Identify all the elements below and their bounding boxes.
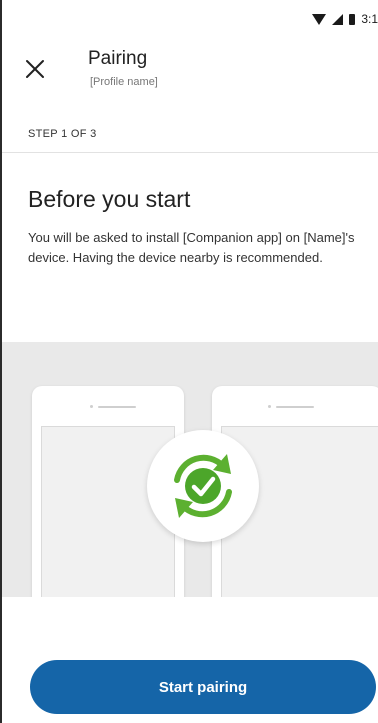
close-button[interactable] <box>22 56 48 82</box>
divider <box>2 152 378 153</box>
status-icons: 3:1 <box>312 12 378 26</box>
page-subtitle: [Profile name] <box>90 76 158 88</box>
device-speaker <box>98 406 136 408</box>
step-indicator: STEP 1 OF 3 <box>28 128 97 140</box>
battery-icon <box>349 13 356 25</box>
status-bar: 3:1 <box>0 0 378 34</box>
device-speaker <box>276 406 314 408</box>
pairing-illustration <box>2 342 378 597</box>
start-pairing-button[interactable]: Start pairing <box>30 660 376 714</box>
page-title: Pairing <box>88 48 148 69</box>
app-bar: Pairing [Profile name] <box>0 38 378 102</box>
wifi-icon <box>312 13 327 25</box>
pairing-screen: 3:1 Pairing [Profile name] STEP 1 OF 3 B… <box>0 0 378 723</box>
sync-check-icon <box>174 454 232 518</box>
description-text: You will be asked to install [Companion … <box>28 230 355 265</box>
signal-icon <box>332 13 344 25</box>
sync-badge <box>147 430 259 542</box>
section-heading: Before you start <box>28 186 191 212</box>
device-camera-dot <box>90 405 93 408</box>
close-icon <box>26 60 44 78</box>
device-camera-dot <box>268 405 271 408</box>
status-time: 3:1 <box>361 12 378 26</box>
